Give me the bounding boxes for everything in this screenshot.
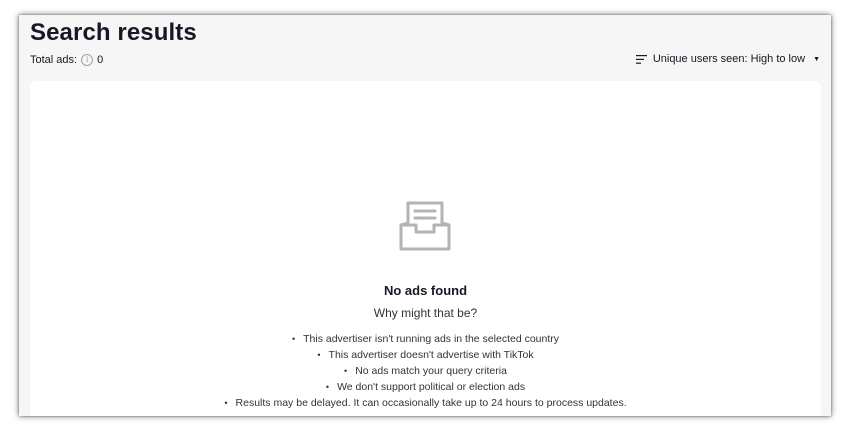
list-item: This advertiser doesn't advertise with T… (30, 347, 821, 363)
sort-icon (635, 54, 647, 64)
list-item: This advertiser isn't running ads in the… (30, 331, 821, 347)
total-ads-label: Total ads: (30, 54, 78, 66)
page-title: Search results (30, 19, 197, 46)
empty-state-title: No ads found (383, 283, 468, 298)
results-card: No ads found Why might that be? This adv… (30, 81, 821, 416)
sort-label: Unique users seen: High to low (652, 53, 806, 65)
list-item: No ads match your query criteria (30, 363, 821, 379)
results-panel: Search results Total ads: i 0 Unique use… (19, 15, 831, 416)
total-ads-count: 0 (97, 54, 104, 66)
reasons-list: This advertiser isn't running ads in the… (30, 331, 821, 411)
inbox-tray-icon (398, 199, 452, 258)
sort-dropdown[interactable]: Unique users seen: High to low ▼ (635, 53, 820, 65)
total-ads: Total ads: i 0 (30, 54, 103, 66)
list-item: Results may be delayed. It can occasiona… (30, 395, 821, 411)
empty-state-subtitle: Why might that be? (373, 306, 478, 320)
chevron-down-icon: ▼ (813, 55, 820, 63)
list-item: We don't support political or election a… (30, 379, 821, 395)
info-icon[interactable]: i (81, 54, 94, 66)
